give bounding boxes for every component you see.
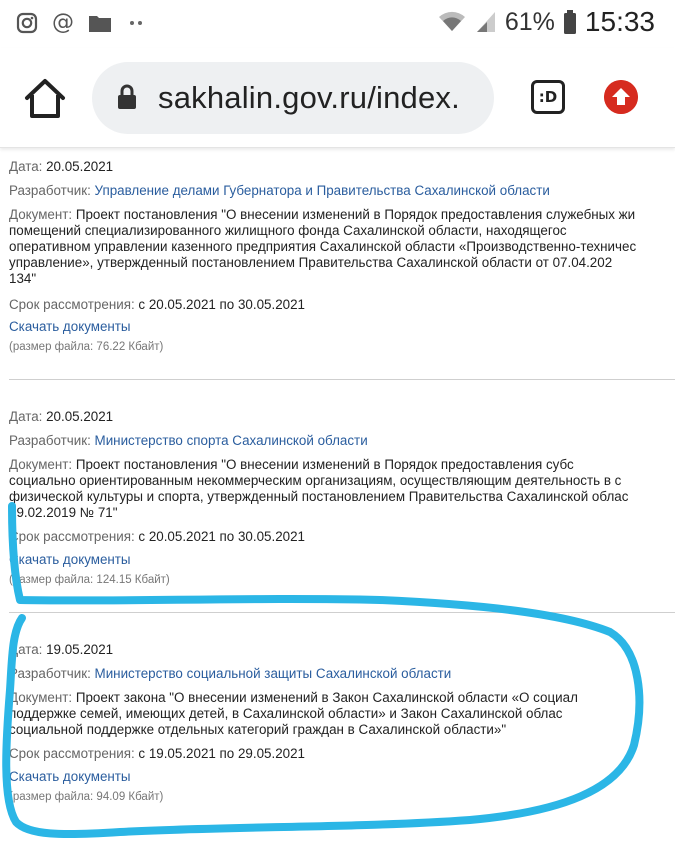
document-label: Документ:: [9, 690, 73, 705]
entry-period-row: Срок рассмотрения: с 20.05.2021 по 30.05…: [9, 529, 305, 545]
entry-document-text: Документ: Проект постановления "О внесен…: [9, 207, 675, 287]
download-link[interactable]: Скачать документы: [9, 319, 131, 335]
extension-button[interactable]: :D: [531, 80, 565, 114]
entry-period: с 19.05.2021 по 29.05.2021: [138, 746, 305, 761]
document-label: Документ:: [9, 207, 73, 222]
period-label: Срок рассмотрения:: [9, 746, 135, 761]
address-bar[interactable]: sakhalin.gov.ru/index.: [92, 62, 494, 134]
home-icon[interactable]: [22, 76, 68, 120]
file-size: (размер файла: 124.15 Кбайт): [9, 574, 170, 586]
entry-document-text: Документ: Проект постановления "О внесен…: [9, 457, 675, 521]
entry-developer-row: Разработчик: Управление делами Губернато…: [9, 183, 550, 199]
download-link[interactable]: Скачать документы: [9, 552, 131, 568]
instagram-icon: [16, 12, 38, 34]
document-line: 134": [9, 271, 37, 286]
download-link[interactable]: Скачать документы: [9, 769, 131, 785]
entry-date-row: Дата: 20.05.2021: [9, 159, 113, 175]
entry-document-text: Документ: Проект закона "О внесении изме…: [9, 690, 675, 738]
date-label: Дата:: [9, 409, 43, 424]
file-size: (размер файла: 94.09 Кбайт): [9, 791, 164, 803]
document-line: оперативном управлении казенного предпри…: [9, 239, 637, 254]
date-label: Дата:: [9, 642, 43, 657]
entry-developer-row: Разработчик: Министерство спорта Сахалин…: [9, 433, 368, 449]
document-line: социальной поддержке отдельных категорий…: [9, 722, 507, 737]
document-line: Проект постановления "О внесении изменен…: [75, 457, 574, 472]
browser-toolbar: sakhalin.gov.ru/index. :D: [0, 48, 675, 148]
entry-developer-row: Разработчик: Министерство социальной защ…: [9, 666, 451, 682]
update-arrow-icon[interactable]: [604, 80, 638, 114]
document-line: поддержке семей, имеющих детей, в Сахали…: [9, 706, 563, 721]
developer-link[interactable]: Министерство социальной защиты Сахалинск…: [95, 666, 452, 681]
entry-date-row: Дата: 19.05.2021: [9, 642, 113, 658]
document-entry: Дата: 19.05.2021 Разработчик: Министерст…: [0, 613, 675, 853]
date-label: Дата:: [9, 159, 43, 174]
battery-icon: [563, 10, 576, 34]
status-bar-notifications: @: [16, 10, 146, 36]
developer-label: Разработчик:: [9, 666, 91, 681]
developer-label: Разработчик:: [9, 183, 91, 198]
entry-date: 20.05.2021: [46, 159, 114, 174]
document-line: Проект закона "О внесении изменений в За…: [75, 690, 578, 705]
document-line: социально ориентированным некоммерческим…: [9, 473, 622, 488]
document-line: Проект постановления "О внесении изменен…: [75, 207, 636, 222]
entry-period: с 20.05.2021 по 30.05.2021: [138, 529, 305, 544]
status-bar-system: 61% 15:33: [437, 6, 655, 38]
period-label: Срок рассмотрения:: [9, 297, 135, 312]
developer-label: Разработчик:: [9, 433, 91, 448]
entry-period: с 20.05.2021 по 30.05.2021: [138, 297, 305, 312]
developer-link[interactable]: Министерство спорта Сахалинской области: [95, 433, 368, 448]
entry-date-row: Дата: 20.05.2021: [9, 409, 113, 425]
document-label: Документ:: [9, 457, 73, 472]
lock-icon: [118, 84, 136, 109]
status-bar: @ 61% 15:33: [0, 0, 675, 46]
entry-period-row: Срок рассмотрения: с 19.05.2021 по 29.05…: [9, 746, 305, 762]
document-line: управление», утвержденный постановлением…: [9, 255, 613, 270]
entry-period-row: Срок рассмотрения: с 20.05.2021 по 30.05…: [9, 297, 305, 313]
entry-date: 19.05.2021: [46, 642, 114, 657]
document-line: 19.02.2019 № 71": [9, 505, 118, 520]
page-content: Дата: 20.05.2021 Разработчик: Управление…: [0, 150, 675, 853]
wifi-icon: [438, 11, 465, 31]
document-entry: Дата: 20.05.2021 Разработчик: Министерст…: [0, 380, 675, 610]
url-text[interactable]: sakhalin.gov.ru/index.: [158, 80, 482, 116]
clock: 15:33: [584, 6, 655, 37]
document-line: физической культуры и спорта, утвержденн…: [9, 489, 629, 504]
document-entry: Дата: 20.05.2021 Разработчик: Управление…: [0, 150, 675, 380]
file-size: (размер файла: 76.22 Кбайт): [9, 341, 164, 353]
entry-date: 20.05.2021: [46, 409, 114, 424]
developer-link[interactable]: Управление делами Губернатора и Правител…: [95, 183, 550, 198]
at-sign-icon: @: [52, 10, 74, 35]
period-label: Срок рассмотрения:: [9, 529, 135, 544]
signal-icon: [476, 12, 495, 32]
more-dots-icon: [130, 21, 142, 25]
battery-percent: 61%: [504, 7, 555, 36]
folder-icon: [89, 16, 111, 32]
document-line: помещений специализированного жилищного …: [9, 223, 567, 238]
